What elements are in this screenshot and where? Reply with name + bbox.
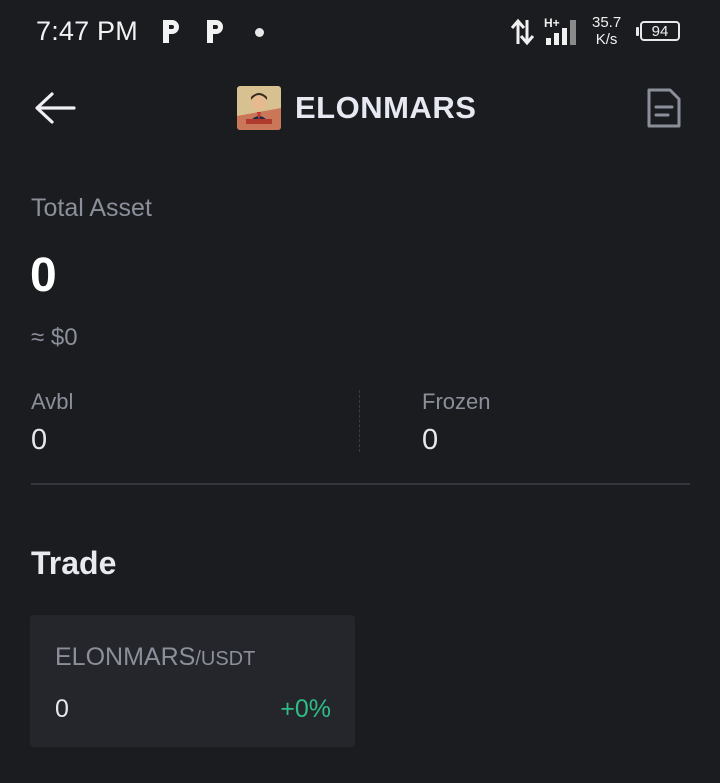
pair-price: 0 bbox=[55, 695, 69, 723]
column-divider bbox=[359, 390, 360, 452]
available-value: 0 bbox=[31, 424, 48, 456]
dot-icon bbox=[255, 28, 264, 37]
section-divider bbox=[31, 483, 690, 485]
total-asset-label: Total Asset bbox=[31, 194, 152, 222]
document-button[interactable] bbox=[646, 87, 682, 129]
status-bar: 7:47 PM H+ H+ 35.7 K/s 94 bbox=[0, 0, 720, 66]
token-logo bbox=[237, 86, 281, 130]
page-title: ELONMARS bbox=[295, 90, 477, 125]
network-speed: 35.7 K/s bbox=[592, 14, 621, 48]
net-speed-value: 35.7 bbox=[592, 14, 622, 31]
pair-base: ELONMARS bbox=[55, 643, 196, 671]
pair-name: ELONMARS/USDT bbox=[55, 643, 255, 672]
svg-text:H+: H+ bbox=[544, 16, 560, 30]
arrow-left-icon bbox=[35, 92, 76, 124]
net-speed-unit: K/s bbox=[595, 31, 618, 48]
p-app-icon bbox=[207, 20, 223, 43]
total-asset-value: 0 bbox=[30, 249, 57, 302]
trading-pair-card[interactable]: ELONMARS/USDT 0 +0% bbox=[30, 615, 355, 747]
signal-icon: H+ bbox=[544, 16, 576, 45]
approx-usd-value: ≈ $0 bbox=[31, 324, 78, 351]
data-transfer-icon bbox=[510, 18, 535, 46]
battery-icon: 94 bbox=[636, 21, 682, 43]
status-time: 7:47 PM bbox=[36, 16, 138, 46]
trade-heading: Trade bbox=[31, 545, 117, 581]
pair-change: +0% bbox=[280, 695, 331, 723]
frozen-label: Frozen bbox=[422, 389, 491, 414]
battery-level: 94 bbox=[651, 23, 669, 40]
p-app-icon bbox=[163, 20, 179, 43]
pair-quote: /USDT bbox=[195, 648, 256, 670]
available-label: Avbl bbox=[31, 389, 74, 414]
back-button[interactable] bbox=[32, 86, 80, 130]
document-icon bbox=[647, 88, 681, 128]
frozen-value: 0 bbox=[422, 424, 439, 456]
token-header: ELONMARS bbox=[237, 86, 476, 130]
